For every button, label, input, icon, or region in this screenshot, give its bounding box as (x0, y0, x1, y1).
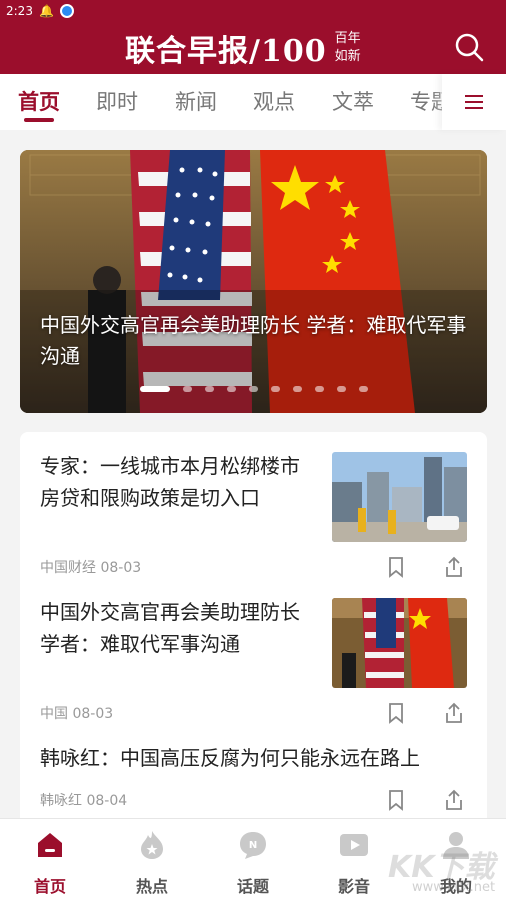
fire-icon (141, 831, 163, 859)
article-source: 韩咏红 (40, 793, 82, 809)
article-thumbnail[interactable] (332, 452, 467, 542)
article-date: 08-03 (72, 706, 114, 722)
nav-home[interactable]: 首页 (15, 829, 85, 897)
tab-news[interactable]: 新闻 (175, 86, 217, 116)
tab-realtime[interactable]: 即时 (96, 86, 138, 116)
nav-home-label: 首页 (33, 877, 66, 896)
carousel-dot[interactable] (293, 386, 302, 392)
nav-hot[interactable]: 热点 (117, 829, 187, 897)
article-meta: 韩咏红 08-04 (40, 790, 127, 810)
hero-caption[interactable]: 中国外交高官再会美助理防长 学者：难取代军事沟通 (40, 310, 470, 372)
video-play-icon (340, 834, 368, 856)
app-header: 联合早报/100 百年 如新 (0, 22, 506, 74)
article-date: 08-04 (86, 793, 128, 809)
carousel-dot[interactable] (359, 386, 368, 392)
share-button[interactable] (442, 788, 466, 812)
logo-slogan-top: 百年 (334, 31, 361, 46)
nav-media-label: 影音 (337, 877, 370, 896)
carousel-dot[interactable] (315, 386, 324, 392)
article-meta: 中国 08-03 (40, 703, 113, 723)
topic-bubble-icon: N (240, 832, 266, 859)
channel-menu-button[interactable] (442, 74, 506, 130)
tab-home[interactable]: 首页 (18, 86, 60, 116)
watermark-url: www.kkx.net (412, 880, 496, 895)
channel-tabs: 首页 即时 新闻 观点 文萃 专题 (0, 74, 506, 130)
nav-topics-label: 话题 (236, 877, 269, 896)
active-tab-indicator (24, 118, 54, 122)
share-button[interactable] (442, 555, 466, 579)
carousel-dot[interactable] (337, 386, 346, 392)
hero-image (20, 150, 487, 413)
logo-text: 联合早报/100 (125, 34, 327, 69)
carousel-dot[interactable] (271, 386, 280, 392)
share-icon (446, 556, 462, 577)
status-bar: 2:23 🔔 (0, 0, 506, 22)
nav-media[interactable]: 影音 (319, 829, 389, 897)
hero-carousel[interactable]: 中国外交高官再会美助理防长 学者：难取代军事沟通 (20, 150, 487, 413)
carousel-dot[interactable] (249, 386, 258, 392)
tab-opinion[interactable]: 观点 (253, 86, 295, 116)
bookmark-icon (389, 790, 403, 811)
logo-slogan: 百年 如新 (335, 30, 361, 66)
carousel-dot[interactable] (227, 386, 236, 392)
search-icon (455, 33, 484, 62)
bookmark-button[interactable] (384, 788, 408, 812)
article-thumbnail[interactable] (332, 598, 467, 688)
svg-text:N: N (249, 840, 257, 851)
article-title[interactable]: 中国外交高官再会美助理防长 学者：难取代军事沟通 (40, 596, 320, 660)
bookmark-icon (389, 703, 403, 724)
status-time: 2:23 (6, 4, 33, 18)
hamburger-icon (465, 95, 483, 109)
nav-topics[interactable]: N 话题 (218, 829, 288, 897)
article-source: 中国 (40, 706, 68, 722)
bluetooth-icon (59, 4, 74, 18)
carousel-dot[interactable] (183, 386, 192, 392)
article-title[interactable]: 专家：一线城市本月松绑楼市 房贷和限购政策是切入口 (40, 450, 320, 514)
article-source: 中国财经 (40, 560, 96, 576)
bookmark-button[interactable] (384, 555, 408, 579)
article-title[interactable]: 韩咏红：中国高压反腐为何只能永远在路上 (40, 742, 470, 774)
home-icon (38, 833, 62, 857)
carousel-dot-active[interactable] (140, 386, 170, 392)
share-button[interactable] (442, 701, 466, 725)
article-meta: 中国财经 08-03 (40, 557, 141, 577)
nav-hot-label: 热点 (135, 877, 168, 896)
carousel-dot[interactable] (205, 386, 214, 392)
share-icon (446, 789, 462, 810)
article-list: 专家：一线城市本月松绑楼市 房贷和限购政策是切入口 中国财经 08-03 中国外… (20, 432, 487, 832)
search-button[interactable] (454, 32, 484, 62)
logo-slogan-bottom: 如新 (334, 49, 361, 64)
notification-bell-icon: 🔔 (38, 4, 54, 18)
tab-digest[interactable]: 文萃 (332, 86, 374, 116)
bookmark-button[interactable] (384, 701, 408, 725)
carousel-dots (140, 386, 368, 392)
app-logo: 联合早报/100 百年 如新 (125, 26, 361, 70)
article-date: 08-03 (100, 560, 142, 576)
share-icon (446, 702, 462, 723)
bookmark-icon (389, 557, 403, 578)
